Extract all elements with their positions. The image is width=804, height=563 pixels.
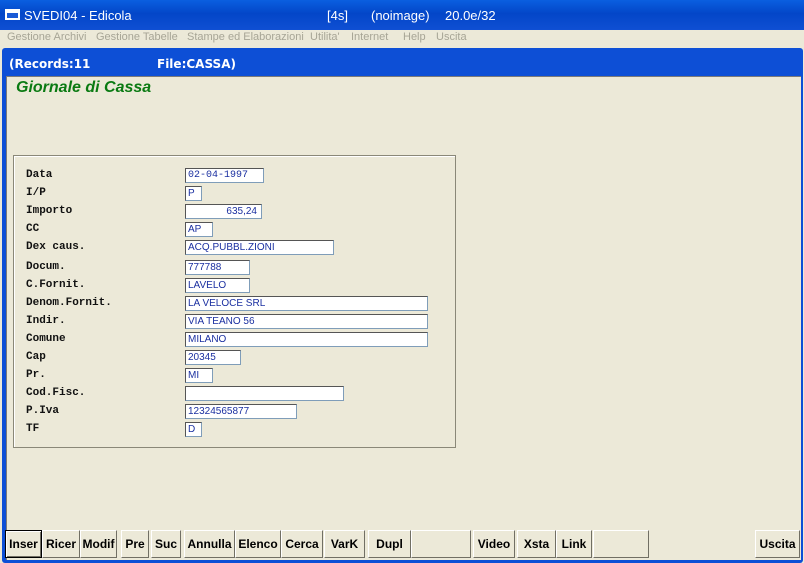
label-comune: Comune [26, 333, 66, 345]
label-p-iva: P.Iva [26, 405, 60, 417]
image-status: (noimage) [371, 8, 430, 23]
window-app-icon[interactable] [5, 9, 20, 20]
empty-button-1[interactable] [411, 530, 471, 558]
annulla-button[interactable]: Annulla [184, 530, 235, 558]
label-indir: Indir. [26, 315, 66, 327]
window-titlebar: SVEDI04 - Edicola [4s] (noimage) 20.0e/3… [0, 0, 804, 30]
command-toolbar: Inser Ricer Modif Pre Suc Annulla Elenco… [4, 530, 801, 560]
dupl-button[interactable]: Dupl [368, 530, 411, 558]
label-cc: CC [26, 223, 40, 235]
label-denom-fornit: Denom.Fornit. [26, 297, 112, 309]
suc-button[interactable]: Suc [151, 530, 181, 558]
p-iva-field[interactable]: 12324565877 [185, 404, 297, 419]
tf-field[interactable]: D [185, 422, 202, 437]
c-fornit-field[interactable]: LAVELO [185, 278, 250, 293]
ricer-button[interactable]: Ricer [42, 530, 80, 558]
importo-field[interactable]: 635,24 [185, 204, 262, 219]
page-title: Giornale di Cassa [16, 79, 152, 96]
label-docum: Docum. [26, 261, 66, 273]
records-count: (Records:11 [9, 57, 91, 71]
file-name: File:CASSA) [157, 57, 236, 71]
xsta-button[interactable]: Xsta [517, 530, 556, 558]
video-button[interactable]: Video [473, 530, 515, 558]
menu-help[interactable]: Help [403, 31, 426, 43]
label-tf: TF [26, 423, 40, 435]
menu-bar: Gestione Archivi Gestione Tabelle Stampe… [0, 30, 804, 47]
comune-field[interactable]: MILANO [185, 332, 428, 347]
version-label: 20.0e/32 [445, 8, 496, 23]
label-data: Data [26, 169, 53, 181]
cc-field[interactable]: AP [185, 222, 213, 237]
inser-button[interactable]: Inser [5, 530, 42, 558]
indir-field[interactable]: VIA TEANO 56 [185, 314, 428, 329]
label-cod-fisc: Cod.Fisc. [26, 387, 86, 399]
uscita-button[interactable]: Uscita [755, 530, 800, 558]
mode-indicator: [4s] [327, 8, 348, 23]
label-c-fornit: C.Fornit. [26, 279, 86, 291]
empty-button-2[interactable] [593, 530, 649, 558]
elenco-button[interactable]: Elenco [235, 530, 281, 558]
denom-fornit-field[interactable]: LA VELOCE SRL [185, 296, 428, 311]
docum-field[interactable]: 777788 [185, 260, 250, 275]
modif-button[interactable]: Modif [80, 530, 117, 558]
pr-field[interactable]: MI [185, 368, 213, 383]
menu-internet[interactable]: Internet [351, 31, 388, 43]
label-dex-caus: Dex caus. [26, 241, 86, 253]
dex-caus-field[interactable]: ACQ.PUBBL.ZIONI [185, 240, 334, 255]
menu-gestione-tabelle[interactable]: Gestione Tabelle [96, 31, 178, 43]
cap-field[interactable]: 20345 [185, 350, 241, 365]
record-status-bar: (Records:11 File:CASSA) [4, 53, 801, 75]
vark-button[interactable]: VarK [324, 530, 365, 558]
label-cap: Cap [26, 351, 46, 363]
label-importo: Importo [26, 205, 73, 217]
menu-uscita[interactable]: Uscita [436, 31, 467, 43]
pre-button[interactable]: Pre [121, 530, 149, 558]
cerca-button[interactable]: Cerca [281, 530, 323, 558]
ip-field[interactable]: P [185, 186, 202, 201]
menu-stampe-elaborazioni[interactable]: Stampe ed Elaborazioni [187, 31, 304, 43]
link-button[interactable]: Link [556, 530, 592, 558]
cod-fisc-field[interactable] [185, 386, 344, 401]
data-field[interactable]: 02-04-1997 [185, 168, 264, 183]
menu-gestione-archivi[interactable]: Gestione Archivi [7, 31, 86, 43]
window-title: SVEDI04 - Edicola [24, 8, 132, 23]
label-ip: I/P [26, 187, 46, 199]
label-pr: Pr. [26, 369, 46, 381]
menu-utilita[interactable]: Utilita' [310, 31, 340, 43]
